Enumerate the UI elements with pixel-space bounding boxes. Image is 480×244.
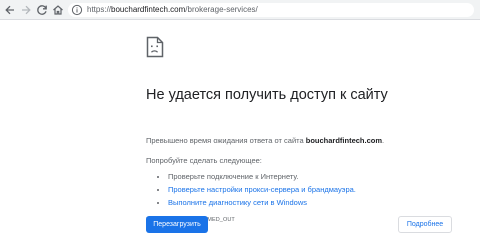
- error-summary: Превышено время ожидания ответа от сайта…: [146, 136, 384, 146]
- forward-arrow-icon[interactable]: [19, 3, 33, 17]
- address-url[interactable]: https://bouchardfintech.com/brokerage-se…: [87, 4, 258, 16]
- url-scheme: https://: [87, 5, 112, 14]
- url-path: /brokerage-services/: [185, 5, 258, 14]
- suggestion-item: Проверьте подключение к Интернету.: [168, 170, 356, 183]
- suggestions-heading: Попробуйте сделать следующее:: [146, 156, 262, 165]
- suggestion-item: Выполните диагностику сети в Windows: [168, 196, 356, 209]
- reload-button[interactable]: Перезагрузить: [146, 216, 208, 233]
- summary-suffix: .: [382, 136, 385, 145]
- details-button[interactable]: Подробнее: [398, 216, 452, 233]
- reload-icon[interactable]: [35, 3, 49, 17]
- suggestions-list: Проверьте подключение к Интернету. Прове…: [146, 170, 356, 209]
- error-title: Не удается получить доступ к сайту: [146, 87, 388, 103]
- address-bar[interactable]: https://bouchardfintech.com/brokerage-se…: [68, 3, 474, 17]
- browser-toolbar: https://bouchardfintech.com/brokerage-se…: [0, 0, 480, 20]
- sad-document-icon: [146, 36, 164, 58]
- proxy-settings-link[interactable]: Проверьте настройки прокси-сервера и бра…: [168, 185, 356, 194]
- suggestion-item: Проверьте настройки прокси-сервера и бра…: [168, 183, 356, 196]
- back-arrow-icon[interactable]: [3, 3, 17, 17]
- info-circle-icon[interactable]: [71, 4, 83, 16]
- summary-host: bouchardfintech.com: [305, 136, 383, 145]
- home-icon[interactable]: [51, 3, 65, 17]
- url-host: bouchardfintech.com: [111, 5, 186, 14]
- summary-text: Превышено время ожидания ответа от сайта: [146, 136, 306, 145]
- network-diagnostics-link[interactable]: Выполните диагностику сети в Windows: [168, 198, 307, 207]
